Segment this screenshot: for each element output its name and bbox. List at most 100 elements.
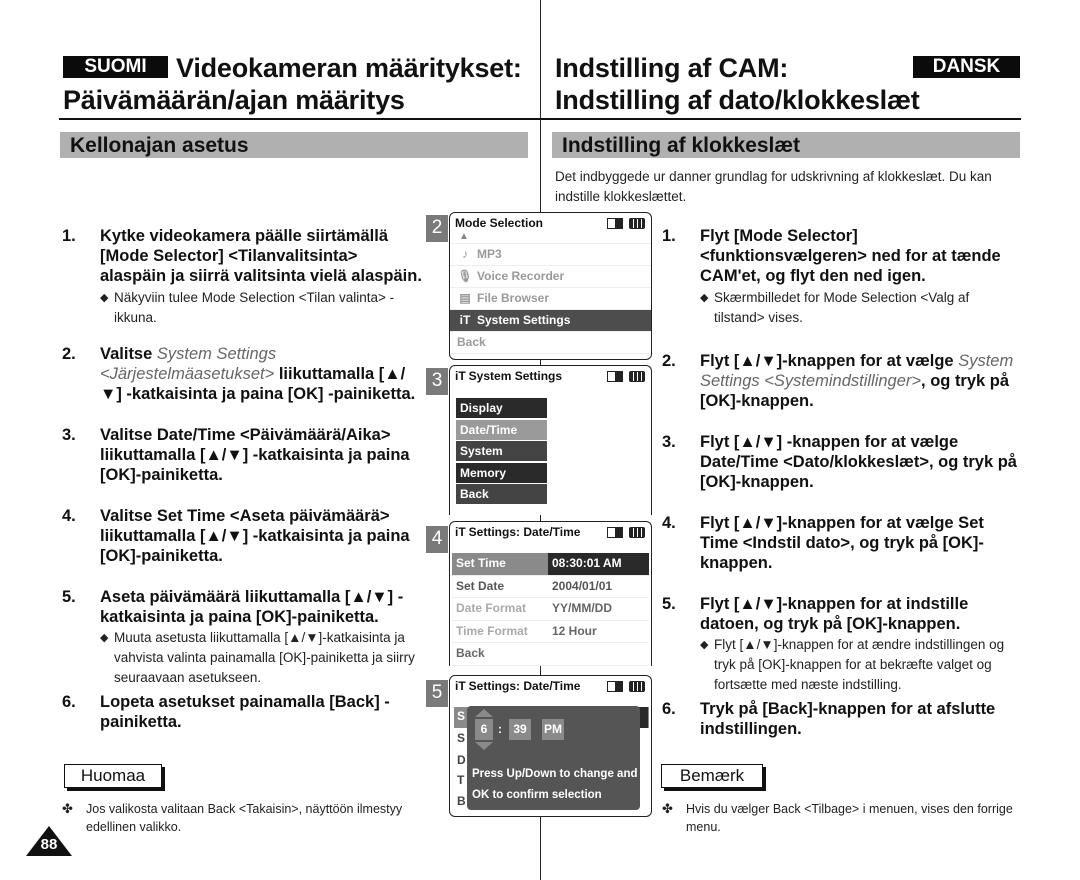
left-step-6: 6. Lopeta asetukset painamalla [Back] -p… <box>62 692 422 732</box>
menu-item-label: System Settings <box>477 313 571 327</box>
left-step-4: 4. Valitse Set Time <Aseta päivämäärä> l… <box>62 506 422 566</box>
note-label-bemaerk: Bemærk <box>661 764 763 788</box>
step-number: 4. <box>62 507 76 525</box>
screen-step-4-tab: 4 <box>426 526 448 553</box>
setting-key: Set Time <box>456 556 506 570</box>
right-intro: Det indbyggede ur danner grundlag for ud… <box>555 169 992 204</box>
screen-title: Mode Selection <box>455 216 544 230</box>
language-badge-suomi: SUOMI <box>63 56 168 78</box>
right-header-rule <box>540 118 1021 120</box>
screen-header: iT Settings: Date/Time <box>450 522 651 542</box>
step-text: Flyt [▲/▼] -knappen for at vælge Date/Ti… <box>700 433 1017 491</box>
screen-system-settings: iT System Settings Display Date/Time Syst… <box>449 365 652 515</box>
step-text: Valitse <box>100 345 157 363</box>
memory-card-icon <box>607 527 623 538</box>
minute-field[interactable]: 39 <box>509 719 531 740</box>
right-step-5: 5. Flyt [▲/▼]-knappen for at indstille d… <box>662 594 1022 695</box>
file-icon: ▤ <box>459 291 471 305</box>
settings-tools-icon: iT <box>455 679 466 693</box>
screen-title: Settings: Date/Time <box>468 525 581 539</box>
menu-item-back[interactable]: Back <box>456 484 547 504</box>
decrease-arrow-icon[interactable] <box>475 742 493 750</box>
step-number: 5. <box>662 595 676 613</box>
step-text: Aseta päivämäärä liikuttamalla [▲/▼] -ka… <box>100 588 404 626</box>
menu-item-system[interactable]: System <box>456 441 547 461</box>
right-title-line2: Indstilling af dato/klokkeslæt <box>555 85 920 115</box>
battery-icon <box>629 527 645 538</box>
language-badge-dansk: DANSK <box>913 56 1020 78</box>
setting-row-time-format[interactable]: Time Format 12 Hour <box>452 621 649 643</box>
setting-row-set-time[interactable]: Set Time 08:30:01 AM <box>452 553 649 576</box>
step-subnote: Muuta asetusta liikuttamalla [▲/▼]-katka… <box>114 630 415 685</box>
hour-field[interactable]: 6 <box>475 719 493 740</box>
left-title-line2: Päivämäärän/ajan määritys <box>63 85 405 115</box>
menu-item-voice-recorder[interactable]: 🎙 Voice Recorder <box>450 266 651 288</box>
menu-item-mp3[interactable]: ♪ MP3 <box>450 244 651 266</box>
left-step-1: 1. Kytke videokamera päälle siirtämällä … <box>62 226 422 328</box>
menu-item-file-browser[interactable]: ▤ File Browser <box>450 288 651 310</box>
step-number: 3. <box>62 426 76 444</box>
step-text: Valitse Set Time <Aseta päivämäärä> liik… <box>100 507 410 565</box>
time-separator: : <box>498 722 502 736</box>
step-subnote: Flyt [▲/▼]-knappen for at ændre indstill… <box>714 637 1005 692</box>
background-letter: S <box>457 709 466 723</box>
battery-icon <box>629 371 645 382</box>
step-text: Lopeta asetukset painamalla [Back] -pain… <box>100 693 390 731</box>
left-step-3: 3. Valitse Date/Time <Päivämäärä/Aika> l… <box>62 425 422 485</box>
left-steps: 1. Kytke videokamera päälle siirtämällä … <box>62 226 422 732</box>
right-step-1: 1. Flyt [Mode Selector] <funktionsvælger… <box>662 226 1022 328</box>
note-label-huomaa: Huomaa <box>64 764 162 788</box>
memory-card-icon <box>607 681 623 692</box>
step-number: 5. <box>62 588 76 606</box>
settings-tools-icon: iT <box>455 525 466 539</box>
menu-item-system-settings[interactable]: iT System Settings <box>450 310 651 332</box>
step-number: 6. <box>62 693 76 711</box>
setting-row-back[interactable]: Back <box>452 643 649 666</box>
menu-item-display[interactable]: Display <box>456 398 547 418</box>
setting-key: Set Date <box>456 578 505 593</box>
diamond-bullet-icon: ◆ <box>100 632 109 644</box>
settings-tools-icon: iT <box>459 313 471 327</box>
note-text: Hvis du vælger Back <Tilbage> i menuen, … <box>686 802 1013 834</box>
step-text: Flyt [Mode Selector] <funktionsvælgeren>… <box>700 227 1001 285</box>
music-note-icon: ♪ <box>462 247 468 261</box>
memory-card-icon <box>607 218 623 229</box>
step-number: 2. <box>62 345 76 363</box>
setting-key: Back <box>456 646 485 660</box>
setting-value: 08:30:01 AM <box>548 553 649 575</box>
right-step-2: 2. Flyt [▲/▼]-knappen for at vælge Syste… <box>662 351 1022 411</box>
menu-item-date-time[interactable]: Date/Time <box>456 419 547 440</box>
step-text: Flyt [▲/▼]-knappen for at vælge Set Time… <box>700 514 984 572</box>
left-step-5: 5. Aseta päivämäärä liikuttamalla [▲/▼] … <box>62 587 422 688</box>
step-text: Valitse Date/Time <Päivämäärä/Aika> liik… <box>100 426 410 484</box>
memory-card-icon <box>607 371 623 382</box>
left-header-rule <box>59 118 540 120</box>
step-text: Flyt [▲/▼]-knappen for at indstille dato… <box>700 595 969 633</box>
screen-title: Settings: Date/Time <box>468 679 581 693</box>
screen-header: iT System Settings <box>450 366 651 386</box>
step-text: Tryk på [Back]-knappen for at afslutte i… <box>700 700 996 738</box>
screen-header: Mode Selection <box>450 213 651 233</box>
step-subnote: Skærmbilledet for Mode Selection <Valg a… <box>714 290 970 325</box>
step-text: Kytke videokamera päälle siirtämällä [Mo… <box>100 227 422 285</box>
ampm-field[interactable]: PM <box>542 719 564 740</box>
right-title-line1: Indstilling af CAM: <box>555 53 789 83</box>
settings-menu: Display Date/Time System Memory Back <box>450 386 651 504</box>
battery-icon <box>629 681 645 692</box>
background-letter: B <box>457 794 466 808</box>
diamond-bullet-icon: ◆ <box>700 292 709 304</box>
left-step-2: 2. Valitse System Settings <Järjestelmäa… <box>62 344 422 404</box>
increase-arrow-icon[interactable] <box>475 709 493 717</box>
screen-header: iT Settings: Date/Time <box>450 676 651 696</box>
left-title-line1: Videokameran määritykset: <box>176 53 522 83</box>
scroll-up-arrow-icon: ▲ <box>450 232 651 244</box>
diamond-bullet-icon: ◆ <box>700 639 709 651</box>
menu-item-back[interactable]: Back <box>450 332 651 354</box>
screen-step-5-tab: 5 <box>426 680 448 707</box>
hint-line: Press Up/Down to change and <box>472 768 638 780</box>
step-number: 2. <box>662 352 676 370</box>
setting-row-set-date[interactable]: Set Date 2004/01/01 <box>452 576 649 598</box>
background-letter: S <box>457 731 466 745</box>
menu-item-memory[interactable]: Memory <box>456 462 547 483</box>
setting-row-date-format[interactable]: Date Format YY/MM/DD <box>452 598 649 621</box>
